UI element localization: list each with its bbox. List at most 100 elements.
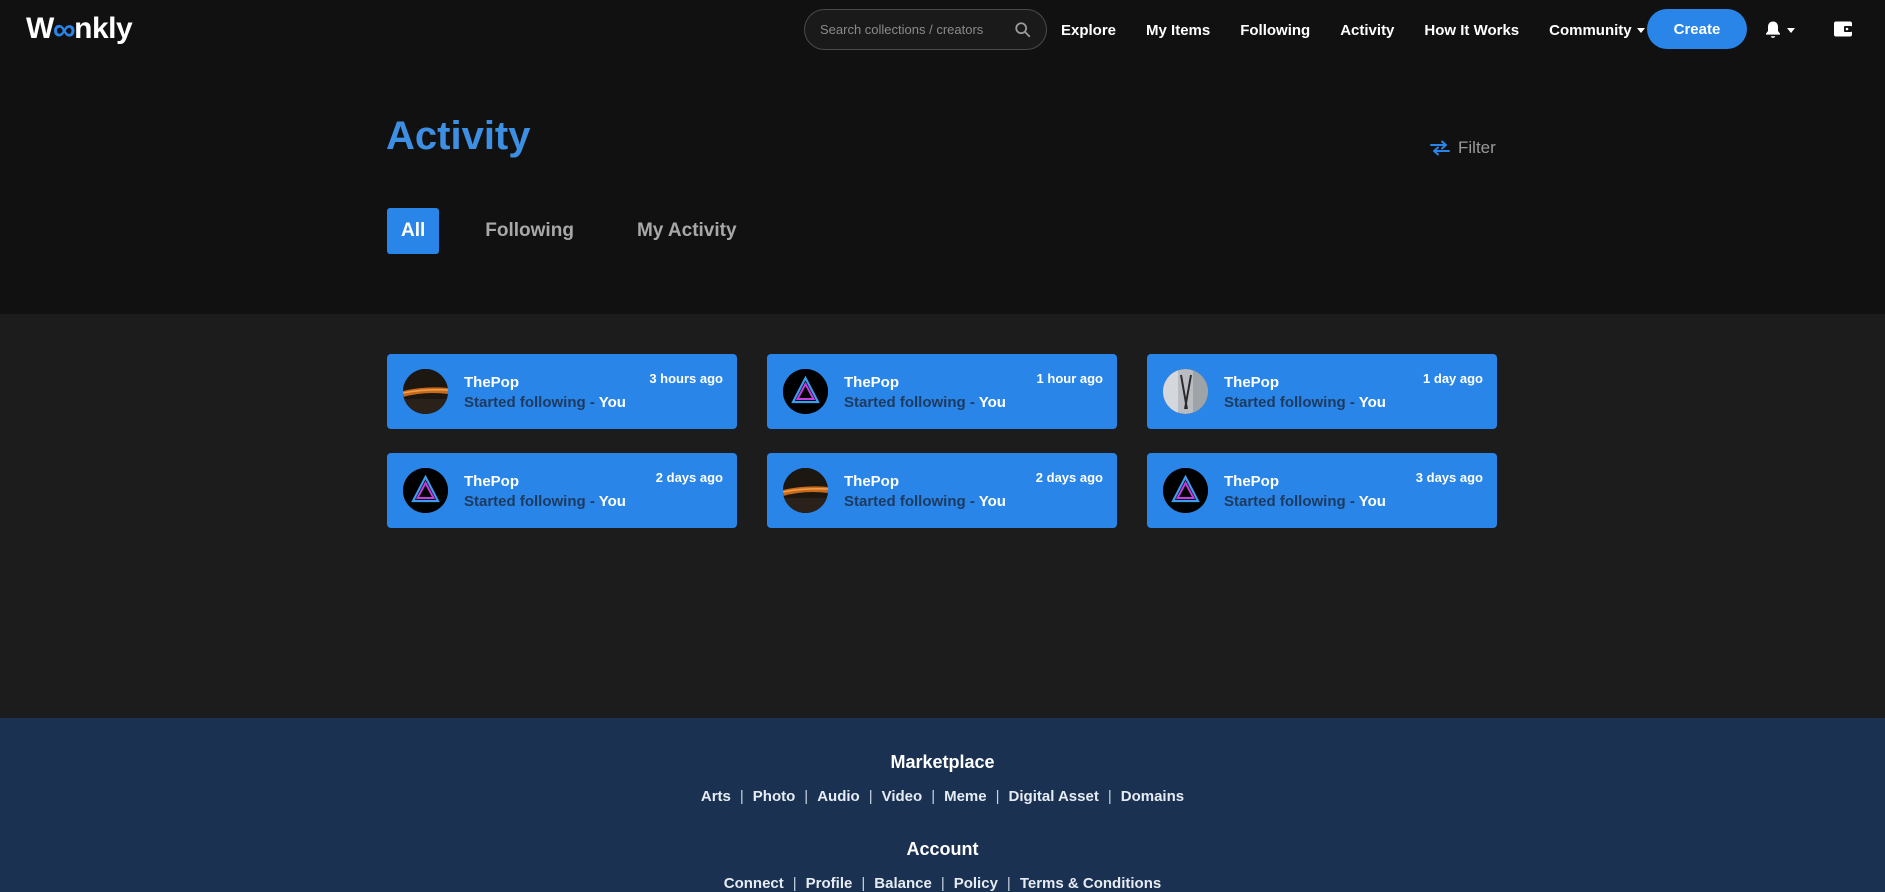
activity-action: Started following - [844, 394, 979, 411]
activity-target: You [1358, 394, 1386, 411]
notifications-dropdown[interactable] [1764, 20, 1795, 40]
avatar[interactable] [1163, 369, 1208, 414]
logo-text-start: W [26, 12, 54, 45]
footer-link-video[interactable]: Video [882, 788, 923, 805]
filter-label: Filter [1458, 138, 1496, 157]
footer-link-separator: | [940, 875, 945, 892]
footer-link-domains[interactable]: Domains [1121, 788, 1184, 805]
footer-link-separator: | [931, 788, 936, 805]
create-button[interactable]: Create [1647, 9, 1747, 49]
tab-all[interactable]: All [387, 208, 440, 254]
activity-timestamp: 1 day ago [1423, 371, 1483, 386]
activity-description: Started following - You [844, 493, 1006, 510]
activity-card[interactable]: ThePop Started following - You 1 hour ag… [767, 354, 1117, 429]
footer-link-separator: | [1107, 788, 1112, 805]
footer-link-terms[interactable]: Terms & Conditions [1020, 875, 1161, 892]
avatar[interactable] [783, 468, 828, 513]
footer-link-separator: | [868, 788, 873, 805]
search-input[interactable] [820, 22, 1014, 37]
activity-target: You [978, 493, 1006, 510]
footer-link-separator: | [739, 788, 744, 805]
footer-link-meme[interactable]: Meme [944, 788, 987, 805]
nav-how-it-works[interactable]: How It Works [1424, 22, 1519, 39]
avatar-image [783, 369, 828, 414]
footer-link-audio[interactable]: Audio [817, 788, 860, 805]
activity-action: Started following - [464, 394, 599, 411]
nav-community-dropdown[interactable]: Community [1549, 22, 1645, 39]
brand-logo[interactable]: W ∞ nkly [26, 10, 133, 48]
activity-description: Started following - You [1224, 394, 1386, 411]
page-title: Activity [386, 114, 531, 158]
footer-marketplace-links: Arts | Photo | Audio | Video | Meme | Digital… [0, 788, 1885, 805]
activity-header: Activity Filter All Following My Activit… [0, 60, 1885, 314]
avatar[interactable] [403, 468, 448, 513]
footer-link-balance[interactable]: Balance [874, 875, 932, 892]
nav-links: Explore My Items Following Activity How … [1061, 0, 1675, 60]
activity-tabs: All Following My Activity [387, 208, 800, 254]
activity-description: Started following - You [844, 394, 1006, 411]
nav-activity[interactable]: Activity [1340, 22, 1394, 39]
activity-action: Started following - [1224, 493, 1359, 510]
activity-user-name[interactable]: ThePop [1224, 473, 1279, 490]
footer-link-separator: | [1006, 875, 1011, 892]
avatar[interactable] [1163, 468, 1208, 513]
footer-link-separator: | [995, 788, 1000, 805]
activity-user-name[interactable]: ThePop [844, 473, 899, 490]
nav-following[interactable]: Following [1240, 22, 1310, 39]
activity-user-name[interactable]: ThePop [464, 374, 519, 391]
filter-button[interactable]: Filter [1430, 138, 1496, 158]
chevron-down-icon [1787, 27, 1795, 33]
activity-user-name[interactable]: ThePop [844, 374, 899, 391]
tab-following[interactable]: Following [485, 208, 574, 254]
top-navbar: W∞nkly Explore My Items Following Activi… [0, 0, 1885, 60]
logo-infinity-icon: ∞ [52, 10, 76, 47]
activity-card[interactable]: ThePop Started following - You 3 days ag… [1147, 453, 1497, 528]
avatar-image [403, 369, 448, 414]
footer-link-separator: | [792, 875, 797, 892]
activity-user-name[interactable]: ThePop [1224, 374, 1279, 391]
activity-card[interactable]: ThePop Started following - You 2 days ag… [767, 453, 1117, 528]
activity-target: You [1358, 493, 1386, 510]
footer-link-policy[interactable]: Policy [954, 875, 998, 892]
footer-marketplace-heading: Marketplace [890, 752, 995, 772]
activity-timestamp: 3 days ago [1415, 470, 1483, 485]
search-icon[interactable] [1014, 21, 1032, 39]
activity-user-name[interactable]: ThePop [464, 473, 519, 490]
activity-timestamp: 2 days ago [655, 470, 723, 485]
footer-link-arts[interactable]: Arts [701, 788, 731, 805]
activity-timestamp: 2 days ago [1035, 470, 1103, 485]
footer-link-connect[interactable]: Connect [724, 875, 784, 892]
activity-timestamp: 3 hours ago [649, 371, 723, 386]
activity-timestamp: 1 hour ago [1036, 371, 1103, 386]
footer-link-digital-asset[interactable]: Digital Asset [1009, 788, 1099, 805]
avatar-image [403, 468, 448, 513]
avatar-image [1163, 468, 1208, 513]
activity-action: Started following - [844, 493, 979, 510]
activity-description: Started following - You [464, 493, 626, 510]
footer-link-separator: | [804, 788, 809, 805]
footer-link-separator: | [861, 875, 866, 892]
footer-link-photo[interactable]: Photo [753, 788, 796, 805]
search-box [804, 9, 1047, 50]
activity-feed: ThePop Started following - You 3 hours a… [0, 314, 1885, 718]
chevron-down-icon [1636, 27, 1645, 33]
activity-card[interactable]: ThePop Started following - You 2 days ag… [387, 453, 737, 528]
activity-card[interactable]: ThePop Started following - You 1 day ago [1147, 354, 1497, 429]
activity-action: Started following - [464, 493, 599, 510]
wallet-icon[interactable] [1833, 20, 1853, 38]
activity-target: You [598, 394, 626, 411]
avatar[interactable] [403, 369, 448, 414]
tab-my-activity[interactable]: My Activity [637, 208, 737, 254]
avatar-image [783, 468, 828, 513]
bell-icon [1766, 21, 1780, 38]
activity-target: You [598, 493, 626, 510]
avatar-image [1163, 369, 1208, 414]
activity-description: Started following - You [464, 394, 626, 411]
nav-my-items[interactable]: My Items [1146, 22, 1210, 39]
footer-account-links: Connect | Profile | Balance | Policy | Terms… [0, 875, 1885, 892]
activity-action: Started following - [1224, 394, 1359, 411]
footer-link-profile[interactable]: Profile [806, 875, 853, 892]
nav-explore[interactable]: Explore [1061, 22, 1116, 39]
activity-card[interactable]: ThePop Started following - You 3 hours a… [387, 354, 737, 429]
avatar[interactable] [783, 369, 828, 414]
